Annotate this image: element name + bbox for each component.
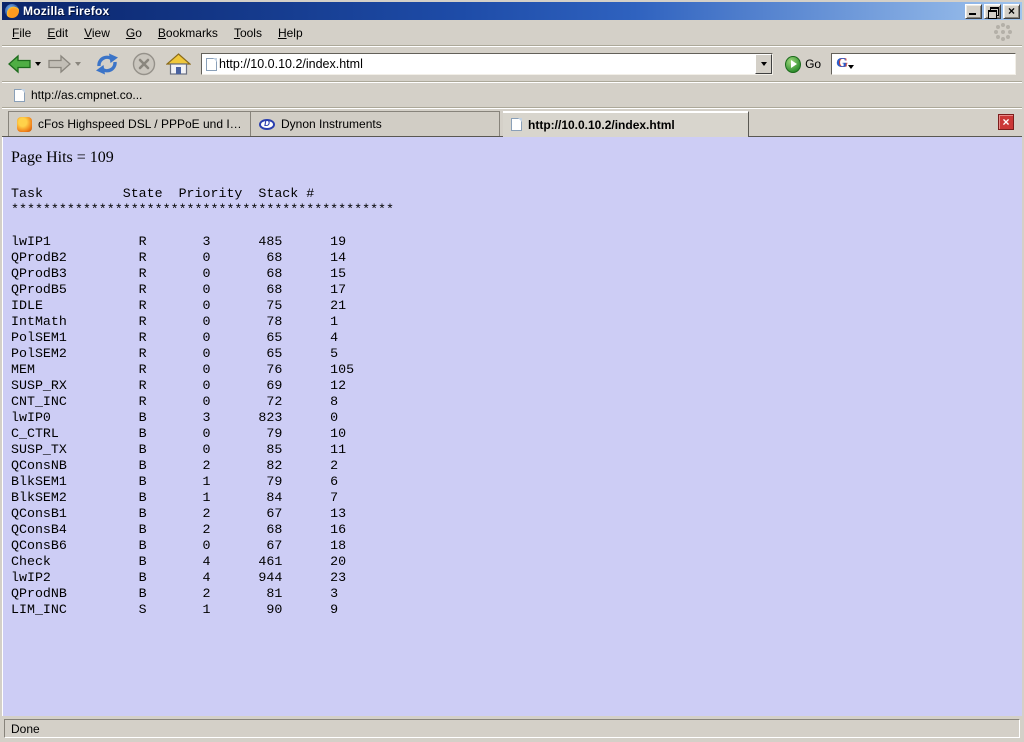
page-hits-text: Page Hits = 109 (11, 149, 1022, 167)
tab-index-active[interactable]: http://10.0.10.2/index.html (503, 111, 749, 137)
minimize-button[interactable] (965, 4, 982, 19)
menu-edit[interactable]: Edit (39, 24, 76, 42)
stop-button[interactable] (132, 52, 156, 76)
restore-button[interactable] (984, 4, 1001, 19)
tab-dynon[interactable]: D Dynon Instruments (251, 111, 500, 136)
search-bar: G (831, 53, 1016, 75)
tab-label: http://10.0.10.2/index.html (528, 118, 675, 132)
stop-icon (132, 52, 156, 76)
bookmarks-toolbar: http://as.cmpnet.co... (2, 82, 1022, 108)
bookmark-label: http://as.cmpnet.co... (31, 88, 142, 102)
menu-bookmarks[interactable]: Bookmarks (150, 24, 226, 42)
navigation-toolbar: Go G (2, 46, 1022, 82)
page-content: Page Hits = 109 Task State Priority Stac… (2, 137, 1022, 716)
menu-view[interactable]: View (76, 24, 118, 42)
close-button[interactable]: × (1003, 4, 1020, 19)
go-button-label[interactable]: Go (805, 57, 821, 71)
throbber-icon (996, 25, 1012, 41)
search-engine-caret[interactable] (848, 65, 854, 69)
title-bar: Mozilla Firefox × (2, 2, 1022, 20)
back-dropdown-caret[interactable] (35, 62, 41, 66)
task-table: Task State Priority Stack # ************… (11, 186, 1022, 618)
forward-button[interactable] (48, 54, 71, 74)
tab-label: Dynon Instruments (281, 117, 382, 131)
back-icon (8, 54, 31, 74)
reload-button[interactable] (94, 53, 120, 75)
status-text: Done (4, 719, 1020, 738)
reload-icon (94, 53, 120, 75)
google-search-icon: G (836, 57, 847, 71)
go-button[interactable] (785, 56, 801, 73)
forward-dropdown-caret[interactable] (75, 62, 81, 66)
tab-cfos[interactable]: cFos Highspeed DSL / PPPoE und ISDN CAP.… (8, 111, 251, 136)
dynon-favicon-icon: D (259, 119, 275, 130)
menu-file[interactable]: File (4, 24, 39, 42)
status-bar: Done (2, 716, 1022, 740)
back-button[interactable] (8, 54, 31, 74)
address-input[interactable] (217, 55, 755, 73)
close-tab-button[interactable]: × (998, 114, 1014, 130)
search-input[interactable] (856, 55, 1015, 73)
page-favicon-icon (206, 58, 217, 71)
document-favicon-icon (511, 118, 522, 131)
forward-icon (48, 54, 71, 74)
bookmark-item[interactable]: http://as.cmpnet.co... (10, 86, 146, 104)
menu-tools[interactable]: Tools (226, 24, 270, 42)
tab-bar: cFos Highspeed DSL / PPPoE und ISDN CAP.… (2, 108, 1022, 137)
address-dropdown-button[interactable] (755, 54, 772, 74)
home-icon (166, 53, 191, 75)
window-title: Mozilla Firefox (23, 4, 109, 18)
firefox-logo-icon (5, 4, 19, 18)
bookmark-favicon-icon (14, 89, 25, 102)
menu-help[interactable]: Help (270, 24, 311, 42)
browser-window: Mozilla Firefox × File Edit View Go Book… (0, 0, 1024, 742)
go-arrow-icon (791, 60, 797, 68)
home-button[interactable] (166, 53, 191, 75)
menu-bar: File Edit View Go Bookmarks Tools Help (2, 20, 1022, 46)
cfos-favicon-icon (17, 117, 32, 132)
address-bar (201, 53, 773, 75)
tab-label: cFos Highspeed DSL / PPPoE und ISDN CAP.… (38, 117, 242, 131)
menu-go[interactable]: Go (118, 24, 150, 42)
